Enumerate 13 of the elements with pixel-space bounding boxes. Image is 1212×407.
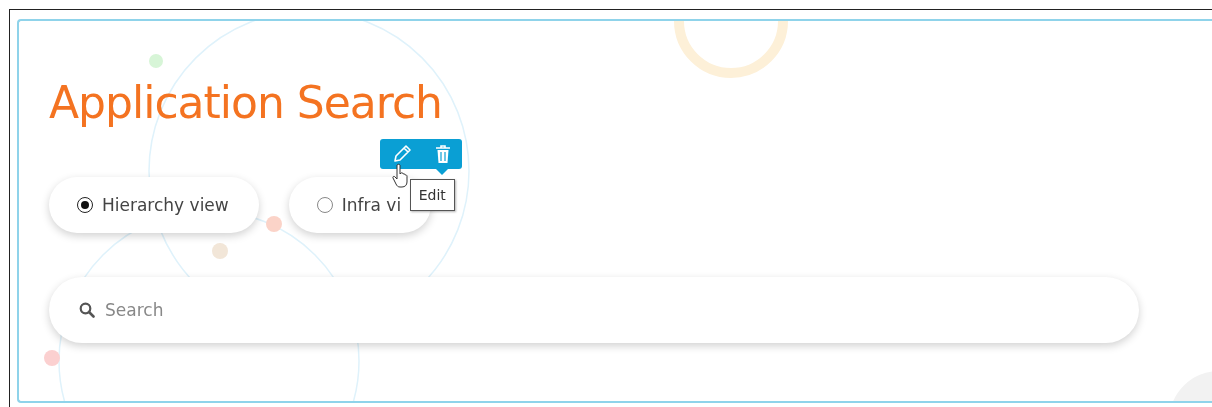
view-option-label: Hierarchy view — [102, 195, 229, 215]
decorative-dot — [44, 350, 60, 366]
search-icon — [79, 302, 95, 318]
decorative-dot — [212, 243, 228, 259]
hand-cursor-icon — [390, 163, 411, 189]
edit-tooltip: Edit — [409, 179, 455, 211]
page-title: Application Search — [49, 76, 442, 130]
view-option-label: Infra vi — [341, 195, 402, 215]
decorative-dot — [149, 54, 163, 68]
view-option-radio[interactable]: Hierarchy view — [49, 177, 259, 233]
decorative-dot — [266, 216, 282, 232]
search-field[interactable]: Search — [49, 277, 1139, 343]
delete-trash-icon[interactable] — [434, 144, 451, 164]
